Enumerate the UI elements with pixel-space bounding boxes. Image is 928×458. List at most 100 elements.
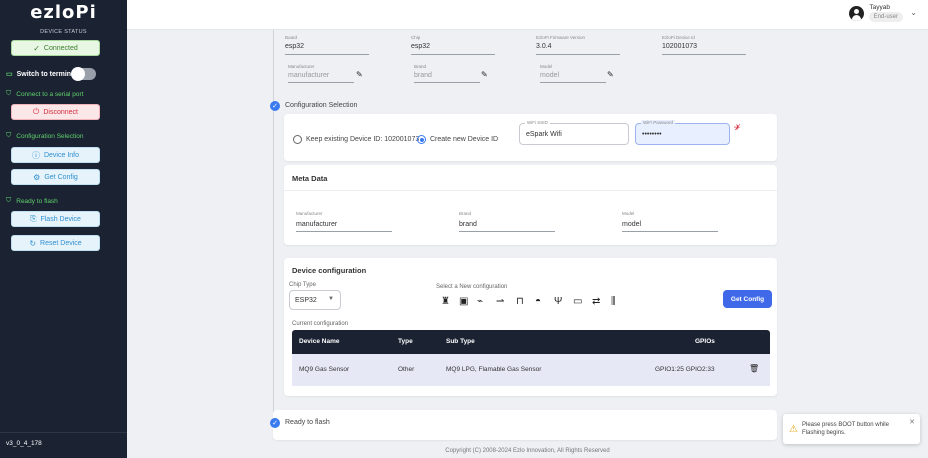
row-type: Other — [398, 366, 415, 373]
trash-icon[interactable]: 🗑 — [749, 364, 759, 373]
meta-brand-input[interactable]: brand — [459, 221, 477, 228]
step-ready-flash-label: Ready to flash — [16, 197, 58, 205]
get-config-sidebar-label: Get Config — [44, 173, 78, 181]
manufacturer-label: Manufacturer — [288, 64, 315, 69]
step-config-selection: ⛉ Configuration Selection — [6, 132, 83, 140]
antenna-icon[interactable]: Ψ — [554, 297, 562, 307]
edit-pencil-icon[interactable]: ✎ — [481, 70, 488, 79]
flash-icon: ⎘ — [30, 214, 37, 223]
device-config-card: Device configuration Chip Type ESP32 ▼ S… — [284, 258, 777, 396]
config-selection-card: Keep existing Device ID: 102001073 Creat… — [284, 114, 777, 161]
meta-manufacturer-input[interactable]: manufacturer — [296, 221, 337, 228]
warning-icon: ⚠ — [789, 424, 798, 435]
chip-type-value: ESP32 — [295, 296, 317, 304]
relay-icon[interactable]: ⫼ — [611, 297, 616, 307]
meta-manufacturer-underline — [296, 231, 392, 232]
reset-device-button[interactable]: ↻ Reset Device — [11, 235, 100, 251]
config-table-header: Device Name Type Sub Type GPIOs — [292, 330, 770, 354]
table-row[interactable]: MQ9 Gas Sensor Other MQ9 LPG, Flamable G… — [292, 354, 770, 386]
chip-type-select[interactable]: ESP32 ▼ — [289, 290, 341, 310]
chip-type-label: Chip Type — [289, 282, 316, 288]
step-ready-flash: ⛉ Ready to flash — [6, 197, 58, 205]
flash-device-button[interactable]: ⎘ Flash Device — [11, 211, 100, 227]
analog-icon[interactable]: ⇀ — [496, 297, 504, 307]
check-circle-icon: ✓ — [33, 43, 40, 53]
meta-model-input[interactable]: model — [622, 221, 641, 228]
device-info-button[interactable]: ⓘ Device Info — [11, 147, 100, 163]
wifi-ssid-input[interactable]: eSpark Wifi — [519, 123, 629, 145]
get-config-sidebar-button[interactable]: ⚙ Get Config — [11, 169, 100, 185]
current-config-label: Current configuration — [292, 321, 349, 327]
brand-input[interactable]: brand — [414, 72, 432, 79]
switch-device-icon[interactable]: ♜ — [441, 297, 450, 307]
gear-icon: ⚙ — [33, 172, 41, 182]
meta-brand-underline — [459, 231, 555, 232]
pulse-icon[interactable]: ⊓ — [516, 297, 524, 307]
user-role-badge: End-user — [868, 12, 903, 22]
meta-manufacturer-label: Manufacturer — [296, 211, 323, 216]
connected-label: Connected — [43, 44, 78, 52]
chevron-down-icon[interactable]: ⌄ — [910, 8, 917, 17]
ready-flash-card — [273, 410, 777, 440]
wifi-password-label: WiFi Password — [641, 120, 676, 125]
model-input[interactable]: model — [540, 72, 559, 79]
wifi-ssid-label: WiFi SSID — [525, 120, 550, 125]
chip-value: esp32 — [411, 43, 431, 50]
toggle-knob — [71, 67, 85, 81]
dimmer-icon[interactable]: ▣ — [459, 297, 468, 307]
meta-brand-label: Brand — [459, 211, 472, 216]
user-avatar-icon[interactable] — [849, 6, 864, 21]
close-icon[interactable]: ✕ — [909, 418, 915, 426]
app-version: v3_0_4_178 — [6, 440, 42, 447]
flash-device-label: Flash Device — [40, 215, 81, 223]
boot-toast: ⚠ Please press BOOT button while Flashin… — [783, 414, 920, 444]
step-connect-serial: ⛉ Connect to a serial port — [6, 90, 83, 98]
device-id-value: 102001073 — [662, 43, 698, 50]
device-fields-section: Board esp32 Chip esp32 EzloPi Firmware V… — [273, 30, 777, 92]
display-icon[interactable]: ▭ — [573, 297, 582, 307]
brand-underline — [414, 82, 480, 83]
device-info-label: Device Info — [43, 151, 80, 159]
edit-pencil-icon[interactable]: ✎ — [607, 70, 614, 79]
connected-status-button[interactable]: ✓ Connected — [11, 40, 100, 56]
wifi-password-input[interactable]: •••••••• — [635, 123, 730, 145]
manufacturer-input[interactable]: manufacturer — [288, 72, 329, 79]
brand-label: Brand — [414, 64, 427, 69]
row-device-name: MQ9 Gas Sensor — [299, 366, 350, 373]
caret-down-icon: ▼ — [328, 296, 334, 302]
terminal-toggle[interactable] — [71, 67, 96, 81]
create-new-radio[interactable] — [417, 135, 426, 144]
terminal-icon: ▭ — [6, 71, 13, 78]
device-id-label: EzloPi Device Id — [662, 35, 695, 40]
meta-model-label: Model — [622, 211, 635, 216]
wifi-password-value: •••••••• — [642, 130, 662, 138]
device-status-heading: DEVICE STATUS — [40, 29, 87, 35]
get-config-button[interactable]: Get Config — [723, 290, 772, 308]
header-gpios: GPIOs — [695, 338, 715, 345]
config-selection-title: Configuration Selection — [285, 102, 358, 109]
edit-pencil-icon[interactable]: ✎ — [356, 70, 363, 79]
shield-check-icon: ⛉ — [6, 197, 12, 204]
board-value: esp32 — [285, 43, 305, 50]
shield-check-icon: ⛉ — [6, 132, 12, 139]
rgb-icon[interactable]: ◓ — [535, 297, 541, 307]
step-connect-serial-label: Connect to a serial port — [16, 90, 84, 98]
avatar-head — [854, 9, 859, 14]
transform-icon[interactable]: ⇄ — [592, 297, 600, 307]
step-check-icon: ✓ — [270, 418, 280, 428]
shield-check-icon: ⛉ — [6, 90, 12, 97]
firmware-underline — [536, 54, 620, 55]
keep-existing-radio[interactable] — [293, 135, 302, 144]
header-device-name: Device Name — [299, 338, 340, 345]
disconnect-button[interactable]: ⏻ Disconnect — [11, 104, 100, 120]
firmware-label: EzloPi Firmware Version — [536, 35, 586, 40]
device-id-underline — [662, 54, 746, 55]
toast-message: Please press BOOT button while Flashing … — [802, 422, 889, 436]
wifi-off-icon[interactable]: ✈̸ — [734, 123, 741, 132]
sensor-icon[interactable]: ⌁ — [477, 297, 483, 307]
manufacturer-underline — [288, 82, 354, 83]
info-icon: ⓘ — [31, 150, 40, 160]
step-check-icon: ✓ — [270, 101, 280, 111]
power-icon: ⏻ — [33, 107, 40, 116]
user-name: Tayyab — [869, 4, 890, 11]
